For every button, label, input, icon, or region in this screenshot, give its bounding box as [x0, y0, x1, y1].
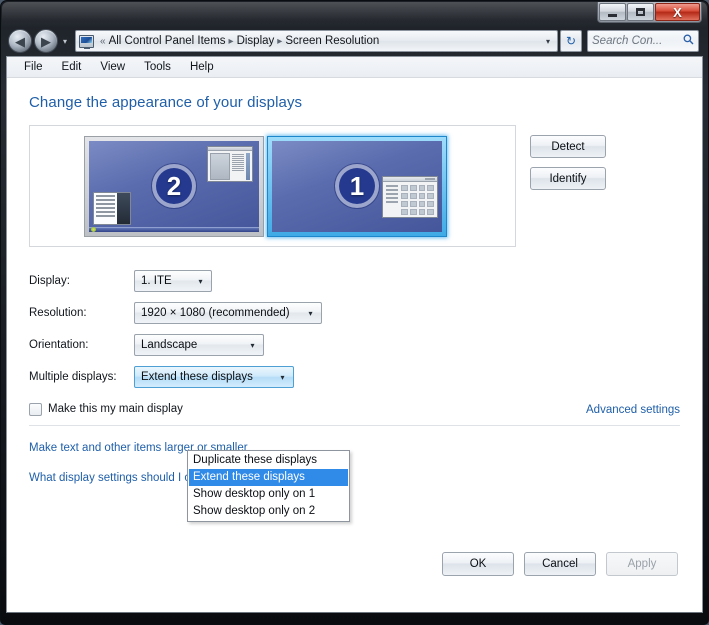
page-content: Change the appearance of your displays 2… [7, 78, 702, 486]
orientation-row: Orientation: Landscape ▾ [29, 329, 680, 361]
breadcrumb-item-all-control-panel-items[interactable]: All Control Panel Items [109, 35, 226, 47]
menu-item-help[interactable]: Help [181, 59, 223, 75]
chevron-down-icon[interactable]: ▾ [541, 37, 555, 46]
close-icon: X [673, 4, 682, 20]
monitor-2-number: 2 [152, 164, 196, 208]
display-select[interactable]: 1. ITE ▾ [134, 270, 212, 292]
apply-button: Apply [606, 552, 678, 576]
monitor-1-number: 1 [335, 164, 379, 208]
display-row: Display: 1. ITE ▾ [29, 265, 680, 297]
window-controls: X [597, 2, 702, 23]
chevron-down-icon: ▾ [280, 372, 285, 382]
maximize-restore-button[interactable] [627, 3, 654, 21]
monitor-2-window-icon [207, 145, 253, 182]
menu-bar: File Edit View Tools Help [7, 57, 702, 78]
breadcrumb-separator-icon: ▸ [277, 35, 283, 47]
detect-button[interactable]: Detect [530, 135, 606, 158]
breadcrumb-item-display[interactable]: Display [237, 35, 275, 47]
cancel-button[interactable]: Cancel [524, 552, 596, 576]
close-button[interactable]: X [655, 3, 700, 21]
orientation-select-value: Landscape [141, 339, 198, 351]
display-icon [79, 34, 94, 49]
resolution-select[interactable]: 1920 × 1080 (recommended) ▾ [134, 302, 322, 324]
forward-button[interactable]: ▶ [34, 29, 58, 53]
back-arrow-icon: ◀ [15, 33, 25, 49]
multiple-displays-select[interactable]: Extend these displays ▾ [134, 366, 294, 388]
dialog-buttons: OK Cancel Apply [7, 552, 702, 576]
recent-pages-button[interactable]: ▾ [58, 37, 72, 46]
back-button[interactable]: ◀ [8, 29, 32, 53]
monitor-1[interactable]: 1 [267, 135, 447, 237]
display-preview-row: 2 1 Detect Identify [29, 125, 680, 247]
client-area: File Edit View Tools Help Change the app… [6, 56, 703, 613]
monitor-2-start-menu-icon [93, 191, 131, 225]
address-bar[interactable]: « All Control Panel Items ▸ Display ▸ Sc… [75, 30, 558, 52]
resolution-label: Resolution: [29, 307, 87, 319]
help-link-row: What display settings should I choose? [29, 468, 680, 486]
title-bar: X [6, 1, 703, 26]
monitor-2[interactable]: 2 [84, 135, 264, 237]
minimize-icon [608, 13, 617, 17]
display-label: Display: [29, 275, 70, 287]
divider [29, 425, 680, 426]
settings-form: Display: 1. ITE ▾ Resolution: 1920 × 108… [29, 265, 680, 486]
chevron-down-icon: ▾ [250, 340, 255, 350]
refresh-icon: ↻ [565, 34, 577, 48]
monitor-1-bezel: 1 [267, 135, 447, 237]
dropdown-option-show-only-2[interactable]: Show desktop only on 2 [189, 503, 348, 520]
start-orb-icon [91, 226, 96, 232]
monitor-1-screen: 1 [272, 140, 442, 232]
search-box[interactable]: Search Con... [587, 30, 699, 52]
orientation-select[interactable]: Landscape ▾ [134, 334, 264, 356]
monitor-1-window-icon [382, 175, 438, 218]
identify-button[interactable]: Identify [530, 167, 606, 190]
multiple-displays-row: Multiple displays: Extend these displays… [29, 361, 680, 393]
menu-item-file[interactable]: File [15, 59, 52, 75]
menu-item-edit[interactable]: Edit [53, 59, 91, 75]
ok-button[interactable]: OK [442, 552, 514, 576]
monitor-2-taskbar-icon [89, 226, 259, 232]
minimize-button[interactable] [599, 3, 626, 21]
page-title: Change the appearance of your displays [29, 94, 303, 111]
chevron-down-icon: ▾ [308, 308, 313, 318]
menu-item-tools[interactable]: Tools [135, 59, 180, 75]
breadcrumb-separator-icon: ▸ [228, 35, 234, 47]
forward-arrow-icon: ▶ [41, 33, 51, 49]
advanced-settings-link-wrap: Advanced settings [586, 400, 680, 418]
monitor-2-bezel: 2 [84, 135, 264, 237]
make-main-display-label: Make this my main display [48, 403, 183, 415]
multiple-displays-label: Multiple displays: [29, 371, 117, 383]
preview-actions: Detect Identify [530, 125, 606, 190]
dropdown-option-duplicate[interactable]: Duplicate these displays [189, 452, 348, 469]
display-arrangement-panel[interactable]: 2 1 [29, 125, 516, 247]
text-size-link-row: Make text and other items larger or smal… [29, 438, 680, 456]
restore-icon [636, 8, 645, 16]
dropdown-option-extend[interactable]: Extend these displays [189, 469, 348, 486]
menu-item-view[interactable]: View [91, 59, 134, 75]
make-main-display-checkbox[interactable] [29, 402, 42, 416]
breadcrumb-overflow-icon[interactable]: « [100, 36, 106, 47]
resolution-select-value: 1920 × 1080 (recommended) [141, 307, 290, 319]
display-select-value: 1. ITE [141, 275, 172, 287]
main-display-row: Make this my main display Advanced setti… [29, 399, 680, 419]
dropdown-option-show-only-1[interactable]: Show desktop only on 1 [189, 486, 348, 503]
search-icon [683, 34, 694, 48]
multiple-displays-dropdown-list[interactable]: Duplicate these displays Extend these di… [187, 450, 350, 522]
breadcrumb-item-screen-resolution[interactable]: Screen Resolution [285, 35, 379, 47]
advanced-settings-link[interactable]: Advanced settings [586, 404, 680, 416]
refresh-button[interactable]: ↻ [560, 30, 582, 52]
resolution-row: Resolution: 1920 × 1080 (recommended) ▾ [29, 297, 680, 329]
navigation-bar: ◀ ▶ ▾ « All Control Panel Items ▸ Displa… [6, 26, 703, 56]
multiple-displays-select-value: Extend these displays [141, 371, 253, 383]
orientation-label: Orientation: [29, 339, 89, 351]
chevron-down-icon: ▾ [198, 276, 203, 286]
monitor-2-screen: 2 [89, 140, 259, 232]
screen-resolution-window: X ◀ ▶ ▾ « All Control Panel Items ▸ Disp… [0, 0, 709, 625]
search-input[interactable]: Search Con... [592, 35, 683, 47]
